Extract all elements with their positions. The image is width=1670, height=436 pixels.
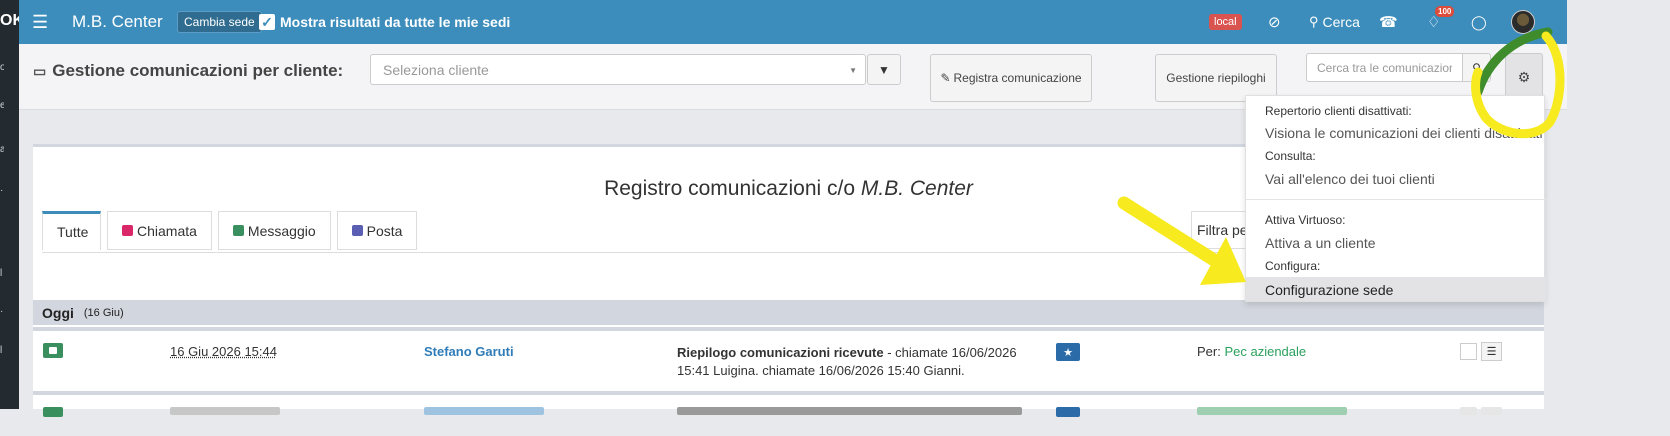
type-tabs: Tutte Chiamata Messaggio Posta	[42, 211, 423, 253]
menu-item-activate-client[interactable]: Attiva a un cliente	[1265, 235, 1376, 251]
menu-item-view-deactivated-clients[interactable]: Visiona le comunicazioni dei clienti dis…	[1265, 125, 1543, 141]
user-avatar[interactable]	[1511, 10, 1535, 34]
message-icon	[232, 225, 244, 236]
sidebar-glyph[interactable]: a	[0, 144, 4, 154]
page-title: ▭ Gestione comunicazioni per cliente:	[33, 61, 343, 81]
client-select[interactable]: Seleziona cliente ▼	[370, 54, 866, 85]
change-site-button[interactable]: Cambia sede	[177, 11, 262, 33]
envelope-icon	[351, 225, 363, 236]
app-logo: OK	[0, 12, 19, 29]
row-checkbox[interactable]	[1460, 343, 1477, 360]
truncated-text	[170, 407, 280, 415]
row-recipient: Per: Pec aziendale	[1197, 344, 1306, 359]
row-client-link[interactable]: Stefano Garuti	[424, 344, 514, 359]
filter-icon: ▼	[878, 62, 890, 77]
day-date: (16 Giu)	[83, 306, 124, 319]
row-menu-button[interactable]: ☰	[1481, 342, 1502, 361]
environment-badge: local	[1209, 14, 1242, 30]
row-separator	[33, 391, 1544, 395]
day-group-header: Oggi (16 Giu)	[33, 300, 1544, 325]
notifications-button[interactable]: ♢ 100	[1427, 0, 1455, 44]
dropdown-header: Attiva Virtuoso:	[1265, 213, 1346, 227]
filter-by-dropdown[interactable]: Filtra pe	[1191, 211, 1251, 249]
message-type-icon	[43, 343, 63, 358]
hamburger-menu-icon[interactable]: ☰	[32, 0, 48, 44]
register-communication-label: Registra comunicazione	[953, 71, 1082, 85]
phone-icon	[122, 225, 133, 236]
table-row: 16 Giu 2026 15:44 Stefano Garuti Riepilo…	[33, 331, 1544, 387]
settings-dropdown-menu: Repertorio clienti disattivati: Visiona …	[1245, 95, 1546, 302]
gear-icon: ⚙	[1517, 68, 1531, 85]
tab-call[interactable]: Chiamata	[107, 211, 212, 250]
show-all-sites-label: Mostra risultati da tutte le mie sedi	[280, 14, 511, 30]
phone-icon[interactable]: ☎	[1379, 0, 1398, 44]
sidebar-glyph[interactable]: e	[0, 100, 4, 110]
register-title-prefix: Registro comunicazioni c/o	[604, 177, 856, 200]
list-icon: ☰	[1486, 346, 1497, 358]
menu-item-site-configuration[interactable]: Configurazione sede	[1265, 282, 1393, 298]
chat-bubble-icon[interactable]: ◯	[1471, 0, 1487, 44]
tab-message-label: Messaggio	[247, 222, 316, 239]
left-sidebar: OK o e a · l · l	[0, 0, 19, 409]
row-recipient-label: Per:	[1197, 344, 1221, 359]
row-description: Riepilogo comunicazioni ricevute - chiam…	[677, 344, 1037, 380]
filter-button[interactable]: ▼	[867, 54, 901, 85]
dropdown-divider	[1246, 199, 1546, 200]
tab-mail-label: Posta	[366, 222, 403, 239]
table-row	[33, 397, 1544, 417]
dropdown-header: Configura:	[1265, 259, 1321, 273]
ban-icon[interactable]: ⊘	[1268, 0, 1281, 44]
show-all-sites-toggle[interactable]: ✓ Mostra risultati da tutte le mie sedi	[259, 0, 510, 44]
settings-button[interactable]: ⚙	[1505, 53, 1543, 101]
row-subject: Riepilogo comunicazioni ricevute	[677, 345, 884, 360]
sidebar-glyph[interactable]: o	[0, 62, 4, 72]
tab-mail[interactable]: Posta	[336, 211, 418, 250]
sidebar-glyph[interactable]: ·	[0, 185, 4, 195]
truncated-text	[677, 407, 1022, 415]
communications-search-input[interactable]	[1306, 53, 1463, 82]
tab-call-label: Chiamata	[137, 222, 197, 239]
search-icon: ⚲	[1309, 14, 1319, 29]
sidebar-glyph[interactable]: l	[0, 268, 4, 278]
truncated-text	[1197, 407, 1347, 415]
message-type-icon	[43, 407, 63, 417]
tab-message[interactable]: Messaggio	[217, 211, 331, 250]
dropdown-header: Consulta:	[1265, 149, 1316, 163]
register-communication-button[interactable]: ✎ Registra comunicazione	[930, 54, 1092, 102]
search-link[interactable]: ⚲ Cerca	[1309, 0, 1360, 44]
register-title-site: M.B. Center	[860, 177, 973, 200]
tabs-divider	[42, 252, 1222, 253]
sidebar-glyph[interactable]: ·	[0, 306, 4, 316]
menu-item-clients-list[interactable]: Vai all'elenco dei tuoi clienti	[1265, 171, 1435, 187]
star-icon	[1056, 407, 1080, 417]
star-icon[interactable]: ★	[1056, 343, 1080, 361]
search-icon: ⚲	[1472, 60, 1481, 75]
row-checkbox[interactable]	[1460, 407, 1477, 415]
top-navbar: ☰ M.B. Center Cambia sede ✓ Mostra risul…	[19, 0, 1567, 44]
truncated-text	[424, 407, 544, 415]
page-title-text: Gestione comunicazioni per cliente:	[52, 61, 344, 80]
sidebar-glyph[interactable]: l	[0, 345, 4, 355]
row-menu-button[interactable]	[1481, 407, 1502, 415]
checkbox-checked-icon[interactable]: ✓	[259, 14, 275, 30]
row-datetime: 16 Giu 2026 15:44	[170, 344, 277, 359]
caret-down-icon: ▼	[849, 66, 857, 75]
search-submit-button[interactable]: ⚲	[1462, 53, 1491, 82]
dropdown-header: Repertorio clienti disattivati:	[1265, 104, 1412, 118]
inbox-icon: ▭	[33, 62, 47, 79]
client-select-placeholder: Seleziona cliente	[383, 61, 489, 78]
row-recipient-value[interactable]: Pec aziendale	[1224, 344, 1306, 359]
day-label: Oggi	[42, 304, 74, 321]
search-label: Cerca	[1322, 14, 1360, 30]
notifications-count-badge: 100	[1435, 6, 1455, 17]
pencil-icon: ✎	[940, 71, 951, 85]
brand-name[interactable]: M.B. Center	[72, 0, 163, 44]
tab-all[interactable]: Tutte	[42, 211, 101, 250]
